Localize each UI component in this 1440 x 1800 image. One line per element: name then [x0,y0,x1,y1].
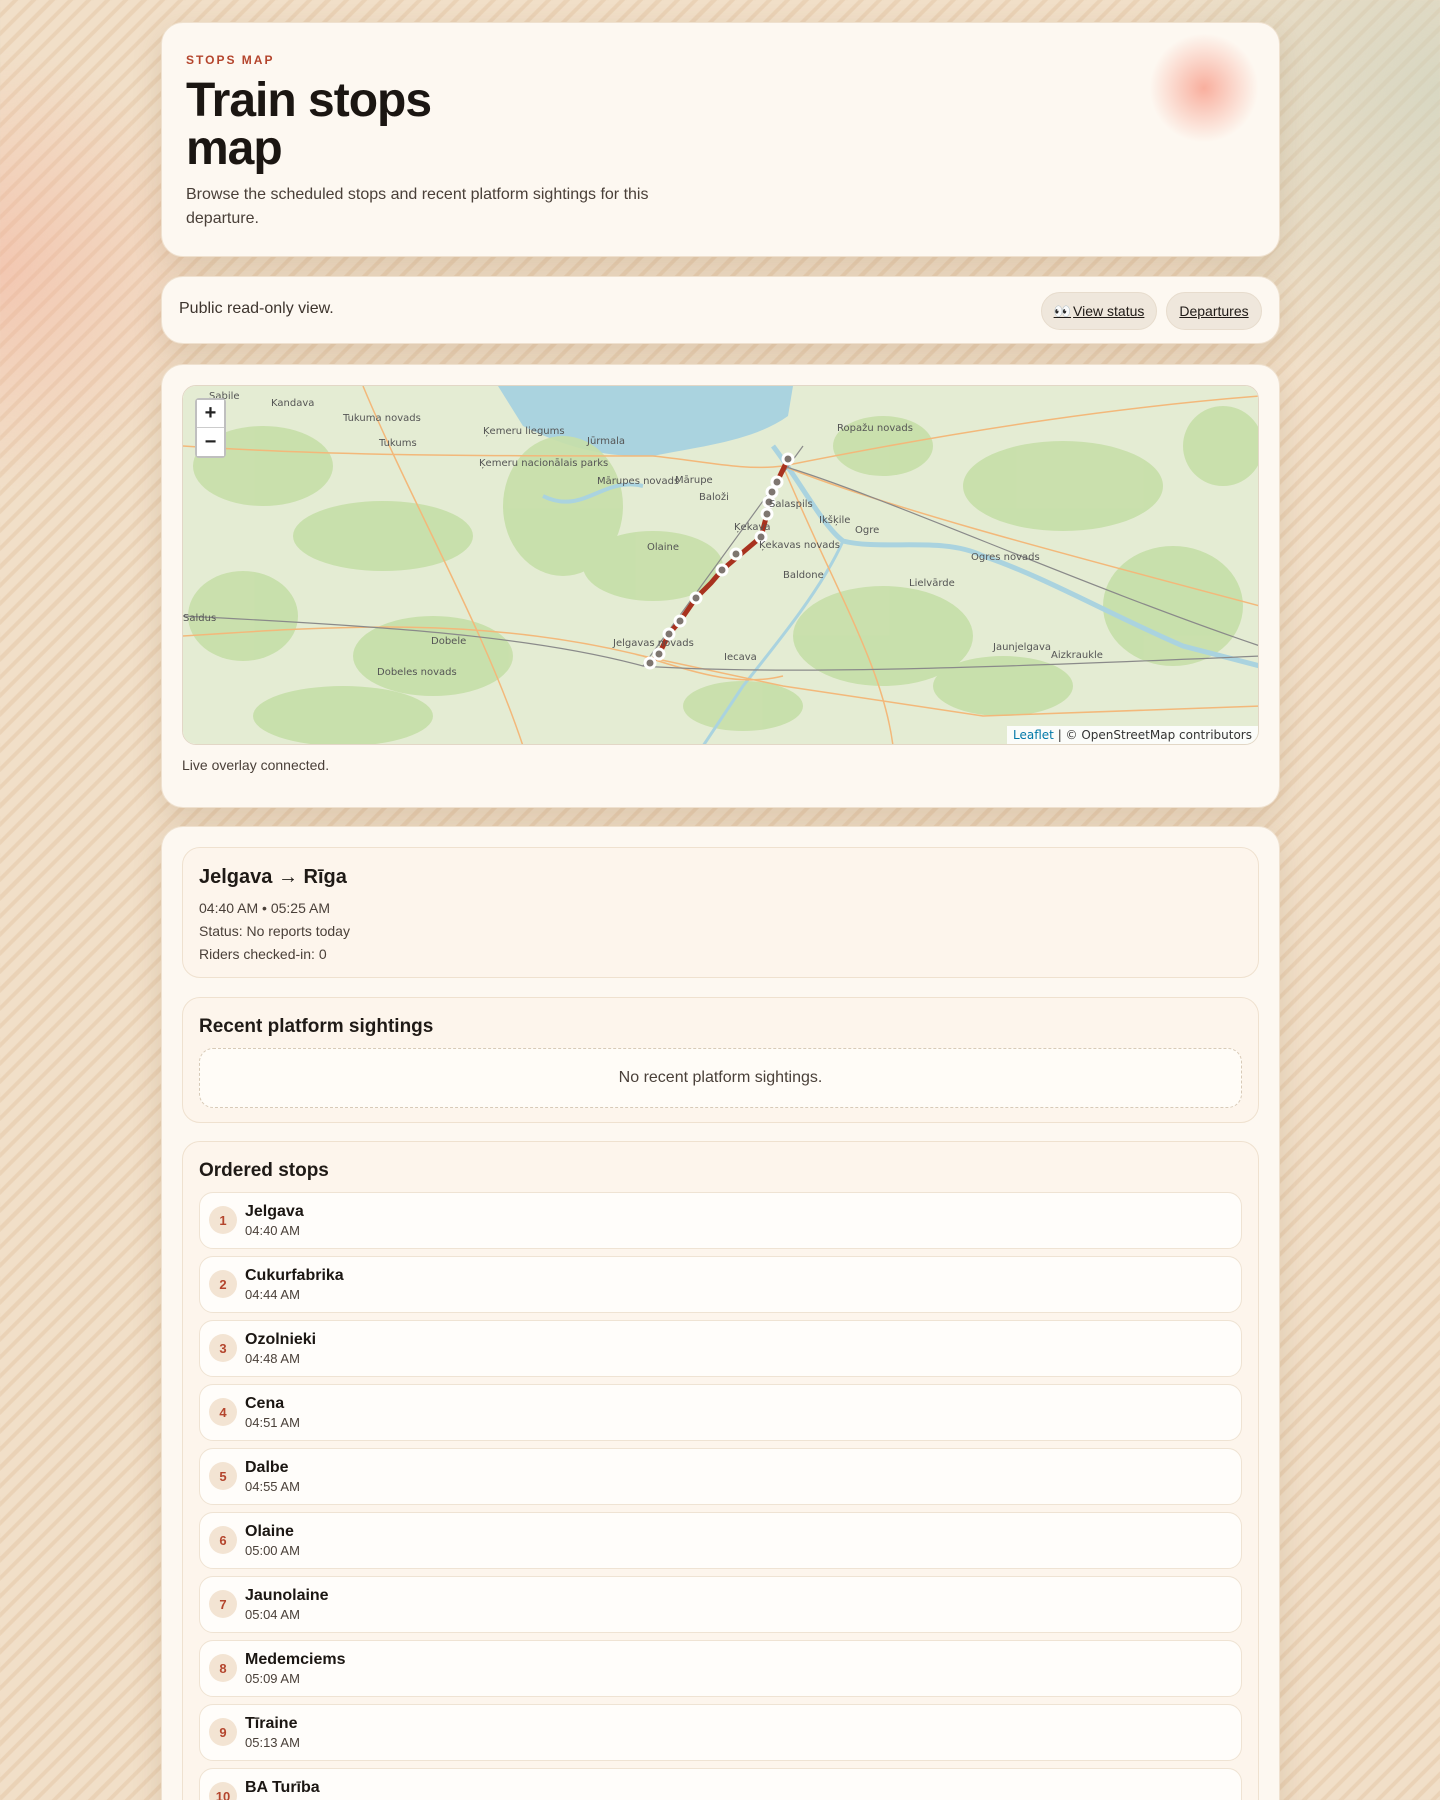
decorative-glow [1149,33,1259,143]
stop-item: 10 BA Turība [199,1768,1242,1800]
map-place-label: Ķemeru nacionālais parks [479,458,608,469]
map-place-label: Tukums [378,438,417,449]
stop-number: 7 [209,1590,237,1618]
map-place-label: Iecava [724,652,757,663]
stops-panel: Ordered stops 1 Jelgava 04:40 AM 2 Cukur… [182,1141,1259,1800]
stop-time: 05:04 AM [245,1607,300,1622]
stop-item: 4 Cena 04:51 AM [199,1384,1242,1441]
map-place-label: Jaunjelgava [992,642,1051,653]
stop-number: 8 [209,1654,237,1682]
stop-item: 6 Olaine 05:00 AM [199,1512,1242,1569]
map-place-label: Dobeles novads [377,667,457,678]
leaflet-link[interactable]: Leaflet [1013,728,1054,742]
map-tiles: SabileKandavaTukuma novadsTukumsĶemeru l… [183,386,1258,744]
stop-number: 5 [209,1462,237,1490]
stop-time: 05:13 AM [245,1735,300,1750]
map-place-label: Jelgavas novads [612,638,694,649]
map-place-label: Ķekava [734,522,771,533]
stop-name: Tīraine [245,1715,298,1732]
stop-time: 04:51 AM [245,1415,300,1430]
stop-time: 04:48 AM [245,1351,300,1366]
stop-name: BA Turība [245,1779,320,1796]
eyes-icon: 👀 [1053,302,1072,319]
stop-item: 5 Dalbe 04:55 AM [199,1448,1242,1505]
stop-name: Dalbe [245,1459,289,1476]
map-place-label: Ogre [855,525,879,536]
trip-title: Jelgava → Rīga [199,866,347,888]
page-title: Train stops map [186,74,432,175]
stop-item: 9 Tīraine 05:13 AM [199,1704,1242,1761]
stop-number: 1 [209,1206,237,1234]
map-place-label: Baloži [699,491,729,503]
sightings-empty-state: No recent platform sightings. [199,1048,1242,1108]
hero-card: STOPS MAP Train stops map Browse the sch… [161,22,1280,257]
map-place-label: Ropažu novads [837,422,913,434]
stop-number: 3 [209,1334,237,1362]
read-only-note: Public read-only view. [179,300,334,317]
stop-time: 04:44 AM [245,1287,300,1302]
stops-heading: Ordered stops [199,1160,329,1181]
stop-item: 2 Cukurfabrika 04:44 AM [199,1256,1242,1313]
map-place-label: Jūrmala [586,436,625,447]
stop-time: 05:00 AM [245,1543,300,1558]
stop-time: 04:40 AM [245,1223,300,1238]
overlay-status: Live overlay connected. [182,757,330,773]
map-card: Sabile Kandava Tukuma novads Tukums Ķemeru l… [161,364,1280,808]
stop-name: Ozolnieki [245,1331,317,1348]
stop-name: Jelgava [245,1203,304,1220]
stop-number: 6 [209,1526,237,1554]
zoom-out-button[interactable]: − [197,428,224,456]
route-map[interactable]: Sabile Kandava Tukuma novads Tukums Ķemeru l… [182,385,1259,745]
stop-time: 05:09 AM [245,1671,300,1686]
view-status-label: View status [1073,303,1145,319]
map-place-label: Aizkraukle [1051,650,1103,661]
map-place-label: Dobele [431,636,466,647]
stop-number: 9 [209,1718,237,1746]
map-attribution: Leaflet | © OpenStreetMap contributors [1007,726,1258,744]
map-place-label: Saldus [183,613,216,624]
map-place-label: Ogres novads [971,552,1040,563]
riders-count: Riders checked-in: 0 [199,946,327,962]
stop-item: 7 Jaunolaine 05:04 AM [199,1576,1242,1633]
trip-status: Status: No reports today [199,923,350,939]
map-place-label: Tukuma novads [342,413,421,424]
stop-name: Jaunolaine [245,1587,329,1604]
stop-name: Olaine [245,1523,294,1540]
map-place-label: Mārupes novads [597,476,679,487]
sightings-panel: Recent platform sightings No recent plat… [182,997,1259,1123]
eyebrow: STOPS MAP [186,53,275,67]
map-place-label: Ķekavas novads [759,540,840,551]
stop-number: 10 [209,1782,237,1800]
view-status-button[interactable]: 👀 View status [1041,292,1157,330]
trip-times: 04:40 AM • 05:25 AM [199,900,330,916]
page-description: Browse the scheduled stops and recent pl… [186,186,649,227]
map-place-label: Baldone [783,570,824,581]
zoom-control: + − [195,398,226,458]
stop-number: 2 [209,1270,237,1298]
map-place-label: Salaspils [769,499,813,510]
attribution-text: | © OpenStreetMap contributors [1053,728,1252,742]
details-card: Jelgava → Rīga 04:40 AM • 05:25 AM Statu… [161,826,1280,1800]
map-place-label: Ķemeru liegums [483,426,565,437]
map-place-label: Lielvārde [909,578,955,589]
stop-number: 4 [209,1398,237,1426]
stop-item: 1 Jelgava 04:40 AM [199,1192,1242,1249]
map-place-label: Olaine [647,542,679,553]
sightings-heading: Recent platform sightings [199,1016,434,1037]
stop-name: Medemciems [245,1651,346,1668]
stop-time: 04:55 AM [245,1479,300,1494]
map-place-label: Mārupe [675,475,713,486]
stop-item: 8 Medemciems 05:09 AM [199,1640,1242,1697]
zoom-in-button[interactable]: + [197,400,224,428]
toolbar-card: Public read-only view. 👀 View status Dep… [161,276,1280,344]
stop-item: 3 Ozolnieki 04:48 AM [199,1320,1242,1377]
map-place-label: Kandava [271,398,314,409]
stop-name: Cena [245,1395,285,1412]
trip-summary: Jelgava → Rīga 04:40 AM • 05:25 AM Statu… [182,847,1259,978]
stop-name: Cukurfabrika [245,1267,344,1284]
map-place-label: Ikšķile [819,514,850,526]
departures-button[interactable]: Departures [1166,292,1262,330]
